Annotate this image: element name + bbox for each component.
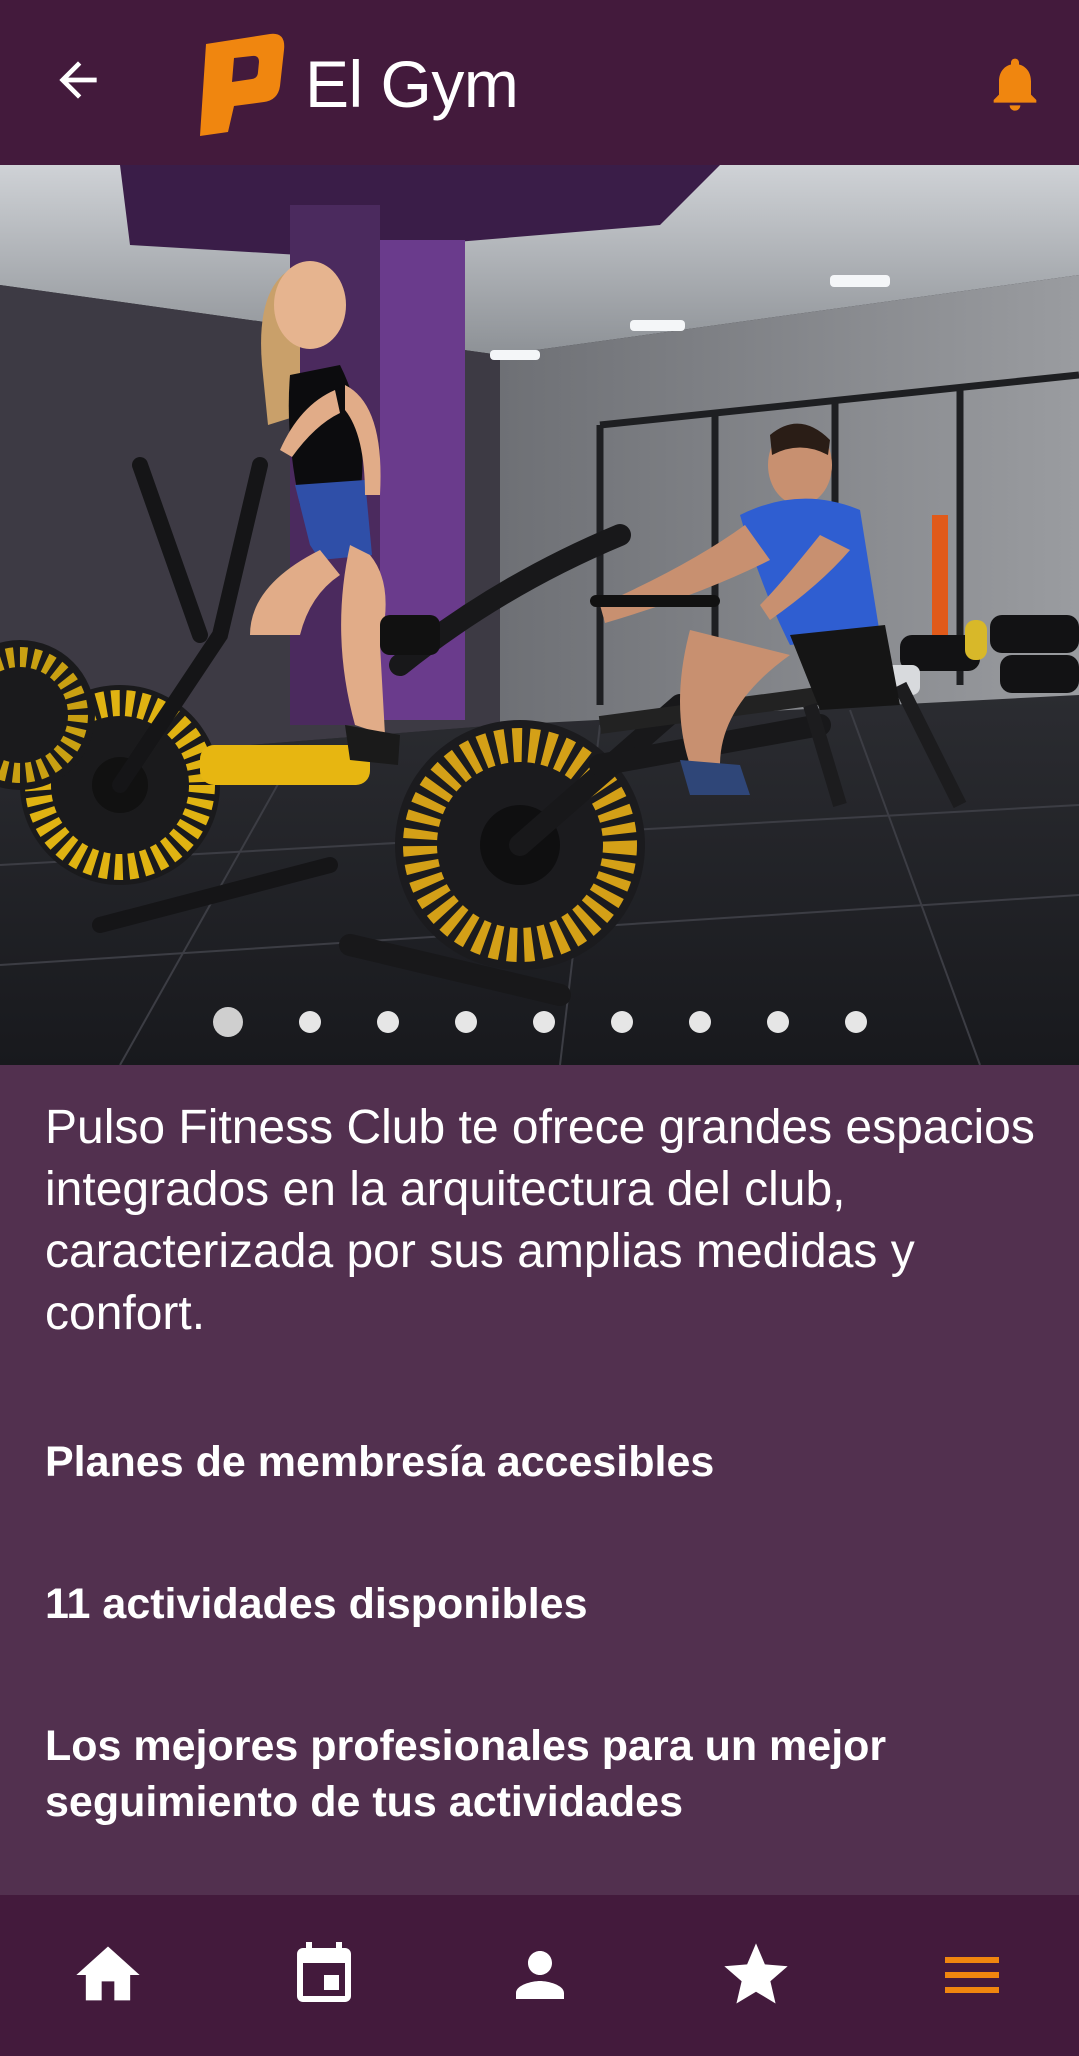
nav-menu[interactable] xyxy=(922,1925,1022,2025)
nav-home[interactable] xyxy=(58,1925,158,2025)
nav-profile[interactable] xyxy=(490,1925,590,2025)
carousel-dot[interactable] xyxy=(532,1011,555,1033)
feature-professionals: Los mejores profesionales para un mejor … xyxy=(45,1722,887,1826)
person-icon xyxy=(516,1951,564,1999)
app-title: El Gym xyxy=(305,47,519,121)
back-button[interactable] xyxy=(42,44,114,116)
carousel-dot[interactable] xyxy=(766,1011,789,1033)
menu-icon xyxy=(945,1957,999,1993)
feature-activities-count: 11 actividades disponibles xyxy=(45,1580,588,1628)
carousel-indicators xyxy=(0,1007,1079,1037)
feature-membership-plans: Planes de membresía accesibles xyxy=(45,1438,715,1486)
nav-favorites[interactable] xyxy=(706,1925,806,2025)
brand-p-logo xyxy=(200,33,285,136)
star-icon xyxy=(724,1943,788,2004)
carousel-dot[interactable] xyxy=(610,1011,633,1033)
top-app-bar: El Gym xyxy=(0,0,1079,165)
calendar-icon xyxy=(297,1942,351,2002)
gym-photo xyxy=(0,165,1079,1065)
carousel-dot[interactable] xyxy=(212,1007,243,1037)
carousel-dot[interactable] xyxy=(844,1011,867,1033)
carousel-dot[interactable] xyxy=(376,1011,399,1033)
notifications-button[interactable] xyxy=(980,46,1050,122)
bottom-navigation xyxy=(0,1895,1079,2056)
carousel-dot[interactable] xyxy=(298,1011,321,1033)
home-icon xyxy=(76,1946,140,2001)
bell-icon xyxy=(993,58,1037,111)
carousel-dot[interactable] xyxy=(454,1011,477,1033)
nav-calendar[interactable] xyxy=(274,1925,374,2025)
carousel-dot[interactable] xyxy=(688,1011,711,1033)
gym-photo-carousel[interactable] xyxy=(0,165,1079,1065)
club-description: Pulso Fitness Club te ofrece grandes esp… xyxy=(45,1101,1035,1340)
arrow-left-icon xyxy=(59,61,97,99)
